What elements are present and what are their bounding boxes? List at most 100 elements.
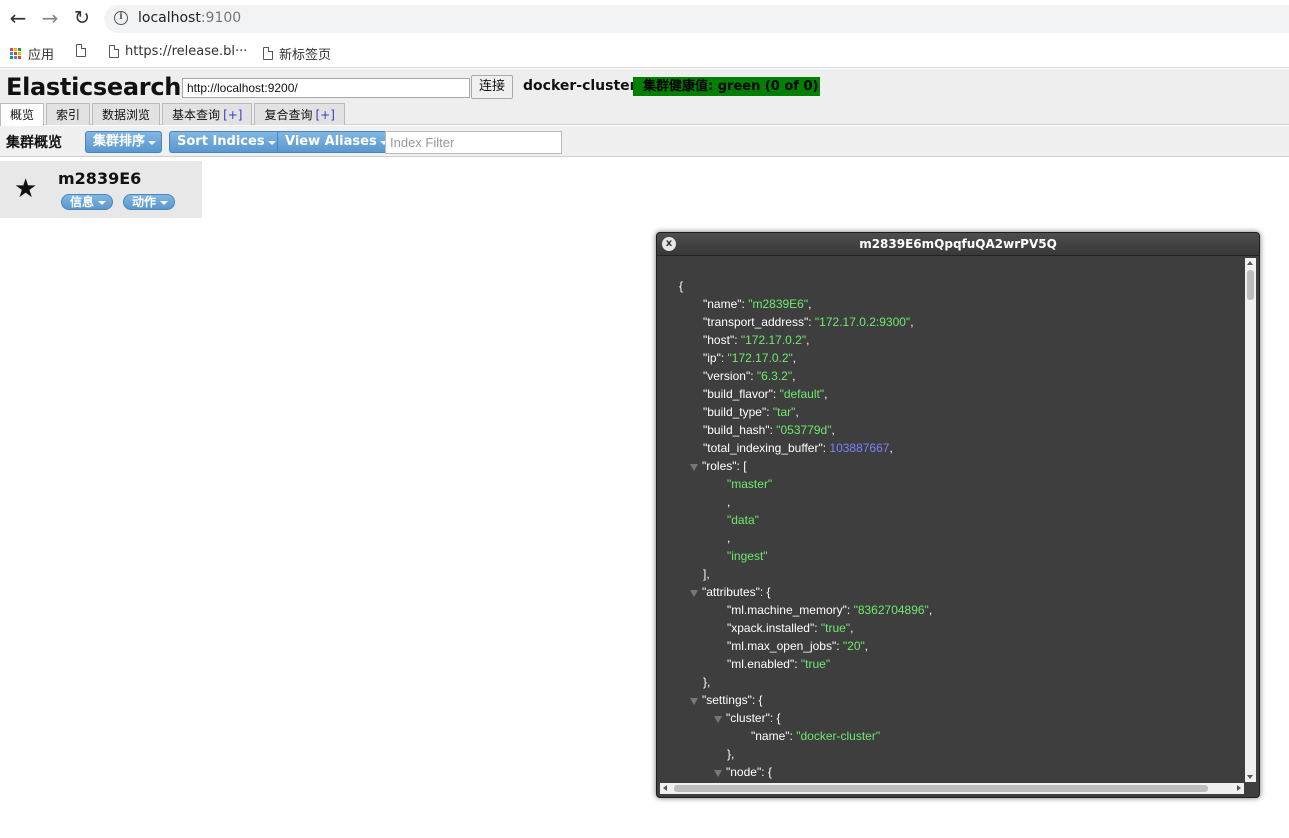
json-line: "host": "172.17.0.2", <box>679 331 1246 349</box>
json-string: "20" <box>842 639 865 653</box>
json-punct: : <box>734 333 741 347</box>
json-punct: , <box>792 369 796 383</box>
overview-title: 集群概览 <box>6 135 62 151</box>
json-key: "host" <box>703 333 735 347</box>
json-punct: , <box>864 639 869 653</box>
tab-indices[interactable]: 索引 <box>46 103 91 125</box>
json-line: "build_hash": "053779d", <box>679 421 1246 439</box>
json-string: "master" <box>727 477 773 491</box>
collapse-triangle-icon[interactable] <box>714 770 722 777</box>
sort-cluster-button[interactable]: 集群排序 <box>85 131 163 153</box>
index-filter-input[interactable] <box>385 131 562 154</box>
apps-grid-icon <box>10 47 22 60</box>
scroll-thumb[interactable] <box>674 785 1208 792</box>
tab-label: 数据浏览 <box>102 108 151 122</box>
bookmark-new-tab[interactable]: 新标签页 <box>263 44 331 63</box>
star-icon: ★ <box>14 174 38 204</box>
json-string: "default" <box>779 387 825 401</box>
json-key: "name" <box>703 297 742 311</box>
json-line: "ml.enabled": "true" <box>679 655 1246 673</box>
json-line: "total_indexing_buffer": 103887667, <box>679 439 1246 457</box>
bookmark-release[interactable]: https://release.bl··· <box>109 44 247 59</box>
node-info-button[interactable]: 信息 <box>61 194 114 210</box>
bookmark-label: 应用 <box>28 48 55 63</box>
json-key: "xpack.installed" <box>727 621 815 635</box>
tab-add[interactable]: [+] <box>223 108 242 122</box>
json-line: "roles": [ <box>679 457 1246 475</box>
scroll-right-icon[interactable] <box>1237 785 1241 791</box>
address-text: localhost:9100 <box>138 10 242 26</box>
json-punct: : { <box>761 765 772 779</box>
node-action-button[interactable]: 动作 <box>123 194 176 210</box>
bookmark-apps[interactable]: 应用 <box>10 44 54 63</box>
tab-browser[interactable]: 数据浏览 <box>92 103 161 125</box>
page-icon <box>109 45 119 58</box>
json-key: "build_hash" <box>703 423 770 437</box>
tab-add[interactable]: [+] <box>316 108 335 122</box>
json-string: "172.17.0.2" <box>740 333 807 347</box>
bookmark-blank[interactable] <box>76 44 92 57</box>
collapse-triangle-icon[interactable] <box>690 464 698 471</box>
vertical-scrollbar[interactable] <box>1245 258 1256 782</box>
json-line: "ml.max_open_jobs": "20", <box>679 637 1246 655</box>
json-line: "xpack.installed": "true", <box>679 619 1246 637</box>
scroll-down-icon[interactable] <box>1247 775 1253 779</box>
cluster-name: docker-cluster <box>523 78 637 94</box>
collapse-triangle-icon[interactable] <box>690 698 698 705</box>
view-aliases-button[interactable]: View Aliases <box>277 131 394 153</box>
bookmark-label: https://release.bl··· <box>125 44 248 59</box>
json-line: "settings": { <box>679 691 1246 709</box>
connect-button[interactable]: 连接 <box>471 75 513 99</box>
app-header: Elasticsearch 连接 docker-cluster 集群健康值: g… <box>0 69 1289 126</box>
bookmark-label: 新标签页 <box>279 48 332 63</box>
page-icon <box>263 47 273 60</box>
scroll-up-icon[interactable] <box>1247 261 1253 265</box>
json-viewer: {"name": "m2839E6", "transport_address": … <box>657 257 1246 782</box>
json-line: "name": "m2839E6", <box>679 295 1246 313</box>
json-string: "docker-cluster" <box>796 729 881 743</box>
reload-icon[interactable]: ↻ <box>70 6 94 30</box>
json-punct: : <box>750 369 757 383</box>
collapse-triangle-icon[interactable] <box>690 590 698 597</box>
json-punct: , <box>727 495 731 509</box>
cluster-health-badge: 集群健康值: green (0 of 0) <box>633 77 820 96</box>
json-string: "172.17.0.2:9300" <box>814 315 911 329</box>
address-bar[interactable]: i localhost:9100 <box>104 5 1289 33</box>
json-key: "ml.max_open_jobs" <box>727 639 837 653</box>
json-line: "build_flavor": "default", <box>679 385 1246 403</box>
json-line: "ingest" <box>679 547 1246 565</box>
json-key: "roles" <box>702 459 737 473</box>
browser-toolbar: ← → ↻ i localhost:9100 <box>0 0 1289 37</box>
json-key: "build_flavor" <box>703 387 773 401</box>
json-punct: , <box>824 387 828 401</box>
json-number: 103887667 <box>829 441 890 455</box>
json-punct: , <box>795 405 799 419</box>
info-icon[interactable]: i <box>114 11 128 25</box>
json-punct: : <box>772 387 780 401</box>
json-punct: : <box>794 657 801 671</box>
json-string: "true" <box>820 621 851 635</box>
tab-label: 概览 <box>10 108 35 122</box>
connect-url-input[interactable] <box>182 78 470 98</box>
sort-indices-button[interactable]: Sort Indices <box>169 131 282 153</box>
back-arrow-icon[interactable]: ← <box>6 6 30 30</box>
horizontal-scrollbar[interactable] <box>660 783 1244 794</box>
tab-basic-query[interactable]: 基本查询 [+] <box>162 103 253 125</box>
json-punct: : <box>846 603 854 617</box>
json-line: "attributes": { <box>679 583 1246 601</box>
json-key: "settings" <box>702 693 752 707</box>
json-line: "ip": "172.17.0.2", <box>679 349 1246 367</box>
scroll-thumb[interactable] <box>1247 270 1254 300</box>
forward-arrow-icon[interactable]: → <box>38 6 62 30</box>
json-punct: , <box>806 333 810 347</box>
json-line: "master" <box>679 475 1246 493</box>
collapse-triangle-icon[interactable] <box>714 716 722 723</box>
dialog-header[interactable]: x m2839E6mQpqfuQA2wrPV5Q <box>657 233 1259 256</box>
json-punct: , <box>792 351 797 365</box>
json-string: "tar" <box>772 405 796 419</box>
tab-compound-query[interactable]: 复合查询 [+] <box>254 103 345 125</box>
json-punct: : <box>814 621 821 635</box>
scroll-left-icon[interactable] <box>663 785 667 791</box>
json-key: "name" <box>751 729 790 743</box>
tab-overview[interactable]: 概览 <box>0 103 45 126</box>
